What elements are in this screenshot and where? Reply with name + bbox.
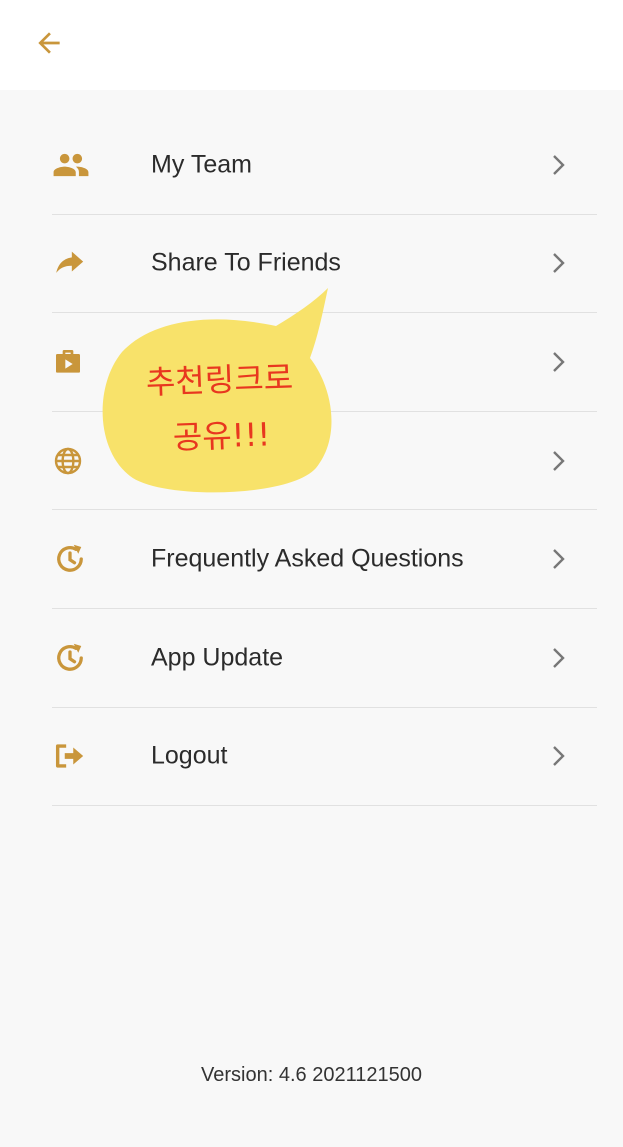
menu-item-label: My Team bbox=[151, 150, 252, 179]
top-app-bar bbox=[0, 0, 623, 90]
menu-item-label: Share To Friends bbox=[151, 248, 341, 277]
chevron-right-icon bbox=[553, 647, 565, 668]
chevron-right-icon bbox=[553, 746, 565, 767]
annotation-text: 추천링크로 공유!!! bbox=[106, 348, 335, 468]
logout-icon bbox=[52, 736, 92, 776]
chevron-right-icon bbox=[553, 253, 565, 274]
menu-item-faq[interactable]: Frequently Asked Questions bbox=[52, 510, 597, 609]
chevron-right-icon bbox=[553, 450, 565, 471]
clock-refresh-icon bbox=[52, 638, 92, 678]
share-icon bbox=[52, 243, 92, 283]
version-label: Version: 4.6 2021121500 bbox=[201, 1064, 422, 1086]
arrow-left-icon bbox=[38, 32, 60, 54]
globe-icon bbox=[52, 441, 92, 481]
chevron-right-icon bbox=[553, 352, 565, 372]
chevron-right-icon bbox=[553, 154, 565, 175]
menu-item-label: Logout bbox=[151, 741, 228, 770]
menu-item-label: Frequently Asked Questions bbox=[151, 544, 464, 573]
people-icon bbox=[52, 145, 92, 185]
menu-item-logout[interactable]: Logout bbox=[52, 708, 597, 807]
back-button[interactable] bbox=[28, 22, 70, 64]
chevron-right-icon bbox=[553, 549, 565, 570]
video-briefcase-icon bbox=[52, 342, 92, 382]
clock-refresh-icon bbox=[52, 539, 92, 579]
annotation-line-1: 추천링크로 bbox=[145, 358, 294, 402]
menu-item-app-update[interactable]: App Update bbox=[52, 609, 597, 708]
menu-item-my-team[interactable]: My Team bbox=[52, 116, 597, 215]
annotation-line-2: 공유!!! bbox=[172, 415, 271, 457]
menu-item-label: App Update bbox=[151, 643, 284, 672]
